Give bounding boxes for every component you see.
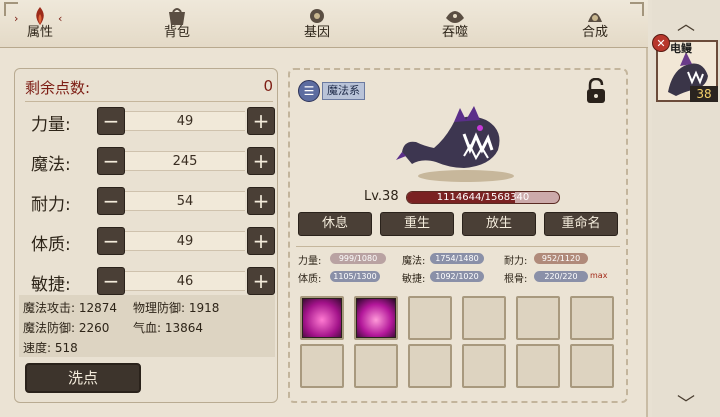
decrease-button[interactable]: −	[97, 147, 125, 175]
tab-bar: › ‹ 属性 背包 基因 吞噬 合成	[0, 0, 648, 48]
stat-row-magic: 魔法: − 245 +	[21, 147, 275, 175]
bag-icon	[169, 8, 185, 25]
skill-slot[interactable]	[408, 296, 452, 340]
release-button[interactable]: 放生	[462, 212, 536, 236]
decrease-button[interactable]: −	[97, 187, 125, 215]
stat-row-agility: 敏捷: − 46 +	[21, 267, 275, 295]
pet-detail-panel: ☰ 魔法系 Lv.38 1114644/1568340 休息 重生 放生 重命名…	[288, 68, 628, 403]
synthesis-icon	[588, 13, 602, 22]
stat-row-stamina: 耐力: − 54 +	[21, 187, 275, 215]
skill-slot[interactable]	[570, 296, 614, 340]
rebirth-button[interactable]: 重生	[380, 212, 454, 236]
stat-row-constitution: 体质: − 49 +	[21, 227, 275, 255]
list-icon[interactable]: ☰	[298, 80, 320, 102]
level-hp-row: Lv.38 1114644/1568340	[364, 189, 564, 205]
aptitude-bar-strength: 999/1080	[330, 253, 386, 264]
tab-gene[interactable]: 基因	[282, 2, 352, 46]
aptitude-bar-stamina: 952/1120	[534, 253, 588, 264]
rename-button[interactable]: 重命名	[544, 212, 618, 236]
decrease-button[interactable]: −	[97, 107, 125, 135]
increase-button[interactable]: +	[247, 147, 275, 175]
increase-button[interactable]: +	[247, 107, 275, 135]
decrease-button[interactable]: −	[97, 267, 125, 295]
tab-backpack[interactable]: 背包	[142, 2, 212, 46]
flame-icon	[36, 7, 44, 25]
remaining-points: 剩余点数: 0	[25, 77, 273, 97]
divider	[296, 246, 620, 247]
increase-button[interactable]: +	[247, 267, 275, 295]
tab-devour[interactable]: 吞噬	[420, 2, 490, 46]
rest-button[interactable]: 休息	[298, 212, 372, 236]
skill-icon	[356, 298, 396, 338]
close-icon[interactable]: ✕	[652, 34, 670, 52]
derived-stats: 魔法攻击: 12874 物理防御: 1918 魔法防御: 2260 气血: 13…	[19, 295, 275, 357]
aptitude-bar-root: 220/220	[534, 271, 588, 282]
skill-slot[interactable]	[516, 344, 560, 388]
devour-icon	[446, 11, 464, 23]
aptitude-bar-magic: 1754/1480	[430, 253, 484, 264]
skill-icon	[302, 298, 342, 338]
pet-card[interactable]: ✕ 电鳗 38	[652, 34, 718, 102]
attribute-panel: 剩余点数: 0 力量: − 49 + 魔法: − 245 + 耐力: − 54 …	[14, 68, 278, 403]
tab-attributes[interactable]: 属性	[5, 2, 75, 46]
skill-slot[interactable]	[516, 296, 560, 340]
pet-sprite	[396, 106, 514, 182]
skill-slot[interactable]	[354, 344, 398, 388]
scroll-up-icon[interactable]: ︿	[677, 10, 695, 36]
skill-slot[interactable]	[570, 344, 614, 388]
stat-row-strength: 力量: − 49 +	[21, 107, 275, 135]
reset-points-button[interactable]: 洗点	[25, 363, 141, 393]
divider	[25, 101, 273, 102]
skill-slot[interactable]	[300, 296, 344, 340]
increase-button[interactable]: +	[247, 187, 275, 215]
skill-slot[interactable]	[408, 344, 452, 388]
tab-synthesis[interactable]: 合成	[560, 2, 630, 46]
skill-slot[interactable]	[462, 344, 506, 388]
aptitude-bar-agility: 1092/1020	[430, 271, 484, 282]
hp-bar: 1114644/1568340	[406, 191, 560, 204]
decrease-button[interactable]: −	[97, 227, 125, 255]
increase-button[interactable]: +	[247, 227, 275, 255]
skill-slot[interactable]	[462, 296, 506, 340]
scroll-down-icon[interactable]: ﹀	[677, 390, 695, 416]
aptitude-bar-constitution: 1105/1300	[330, 271, 380, 282]
pet-type-badge: ☰ 魔法系	[298, 80, 366, 102]
skill-slot[interactable]	[354, 296, 398, 340]
skill-slot[interactable]	[300, 344, 344, 388]
tabbar-corner-right	[630, 2, 644, 16]
gene-icon	[310, 9, 324, 23]
lock-icon[interactable]	[584, 78, 608, 104]
